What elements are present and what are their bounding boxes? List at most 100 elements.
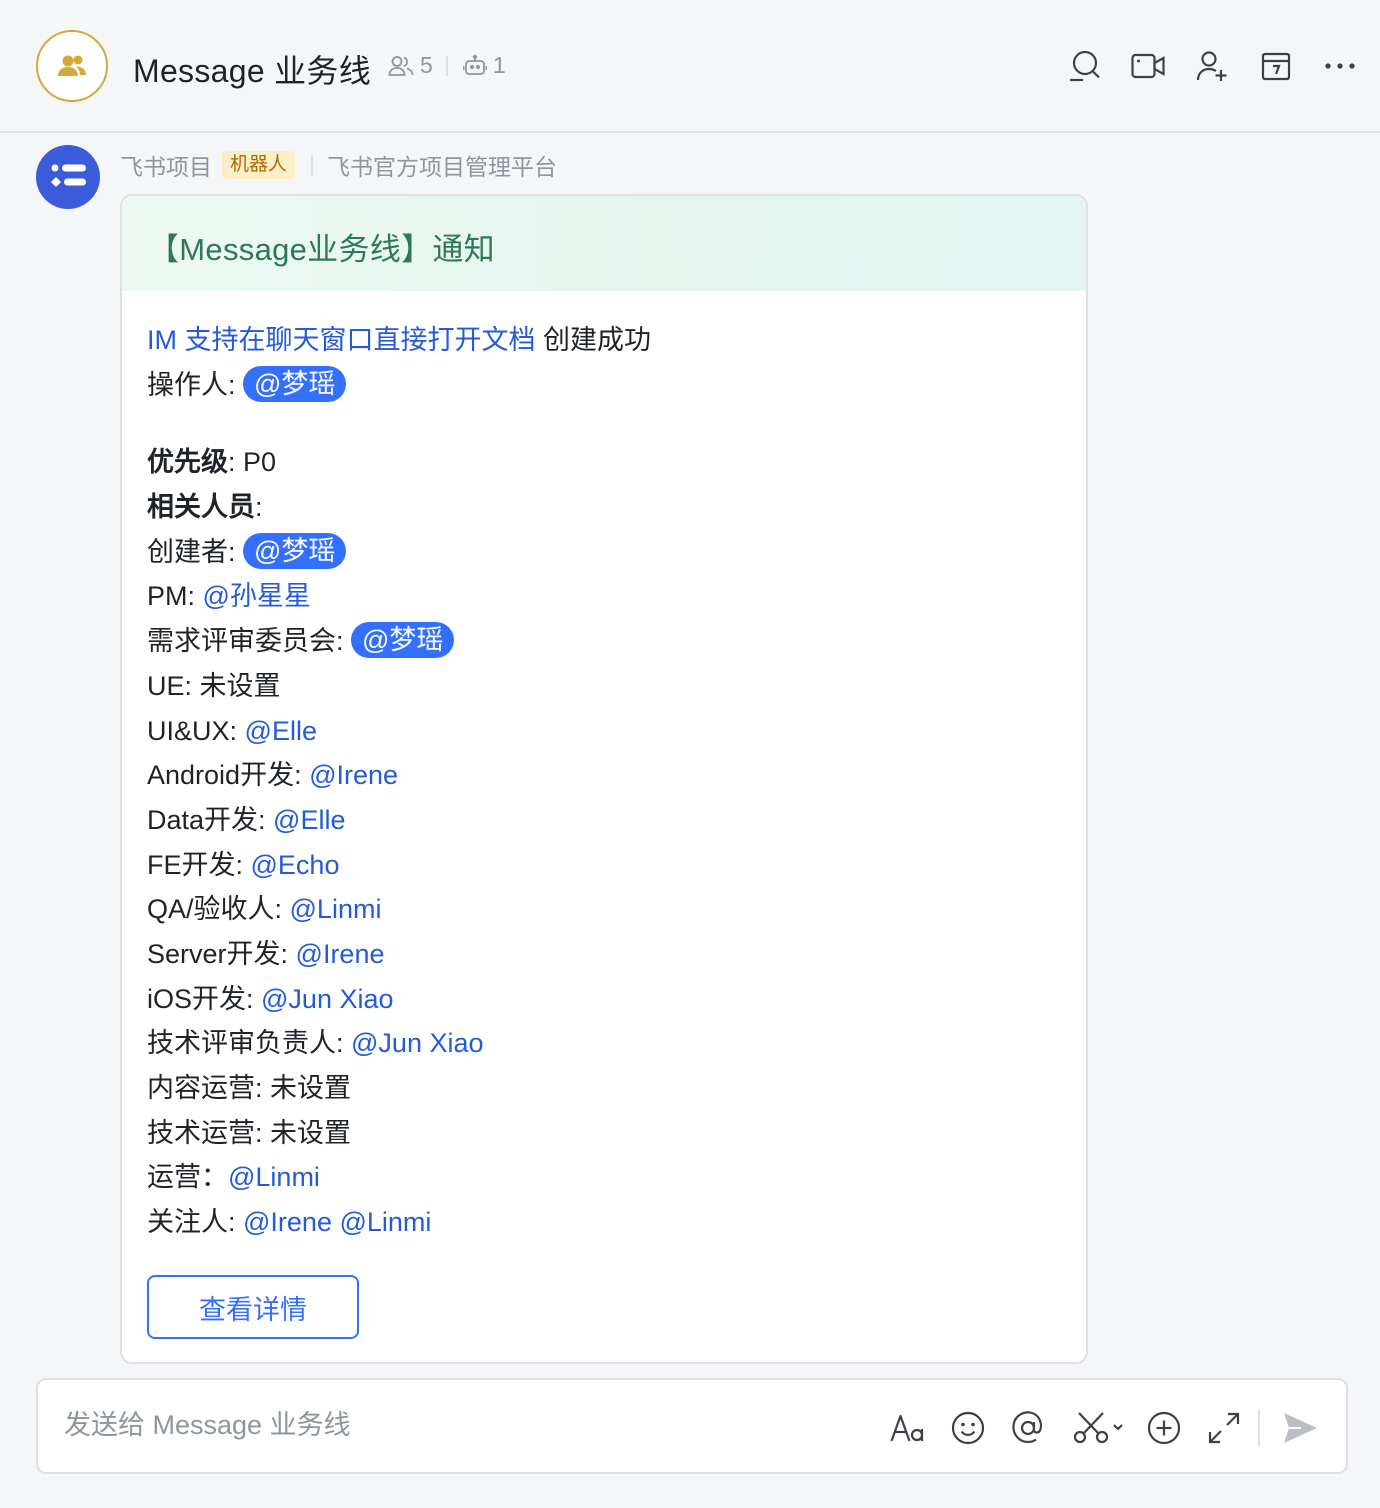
project-bot-icon xyxy=(51,164,86,187)
add-member-button[interactable] xyxy=(1194,48,1230,84)
card-title: 【Message业务线】通知 xyxy=(148,232,495,267)
role-label: Server开发: xyxy=(147,938,296,969)
search-chat-button[interactable] xyxy=(1066,48,1102,84)
sender-name[interactable]: 飞书项目 xyxy=(120,148,212,182)
bot-badge: 机器人 xyxy=(222,151,296,179)
role-mention[interactable]: @Elle xyxy=(245,716,317,746)
role-mention[interactable]: @Irene @Linmi xyxy=(243,1207,431,1237)
role-label: UE: 未设置 xyxy=(147,670,281,701)
role-mention[interactable]: @孙星星 xyxy=(203,581,311,611)
message-composer xyxy=(36,1378,1348,1474)
composer-divider xyxy=(1258,1410,1260,1446)
at-icon xyxy=(1012,1411,1043,1444)
video-icon xyxy=(1131,53,1165,79)
people-label: 相关人员 xyxy=(147,492,255,523)
bot-count[interactable]: 1 xyxy=(463,52,506,79)
doc-link[interactable]: IM 支持在聊天窗口直接打开文档 xyxy=(147,325,536,355)
add-attachment-button[interactable] xyxy=(1142,1406,1186,1450)
role-line: Data开发: @Elle xyxy=(147,798,651,843)
group-avatar[interactable] xyxy=(36,30,108,102)
role-label: iOS开发: xyxy=(147,983,262,1014)
format-button[interactable] xyxy=(886,1406,930,1450)
operator-mention[interactable]: @梦瑶 xyxy=(243,365,347,402)
member-count[interactable]: 5 xyxy=(388,52,433,79)
members-icon xyxy=(388,55,414,76)
chat-title[interactable]: Message 业务线 xyxy=(133,46,371,92)
message-card: 【Message业务线】通知 IM 支持在聊天窗口直接打开文档 创建成功 操作人… xyxy=(120,194,1088,1364)
role-mention[interactable]: @Echo xyxy=(251,850,340,880)
send-button[interactable] xyxy=(1278,1406,1322,1450)
role-line: 运营：@Linmi xyxy=(147,1155,651,1200)
role-label: UI&UX: xyxy=(147,715,245,746)
role-mention[interactable]: @Linmi xyxy=(228,1162,320,1192)
sender-description: 飞书官方项目管理平台 xyxy=(327,154,558,180)
role-line: UE: 未设置 xyxy=(147,664,651,709)
scissors-icon xyxy=(1073,1412,1123,1444)
role-label: 运营： xyxy=(147,1162,228,1193)
role-line: PM: @孙星星 xyxy=(147,574,651,619)
role-line: QA/验收人: @Linmi xyxy=(147,887,651,932)
people-colon: : xyxy=(255,492,263,523)
role-label: Data开发: xyxy=(147,804,274,835)
priority-label: 优先级 xyxy=(147,447,228,478)
send-icon xyxy=(1284,1413,1317,1443)
emoji-icon xyxy=(951,1411,985,1445)
card-body: IM 支持在聊天窗口直接打开文档 创建成功 操作人: @梦瑶 优先级: P0 相… xyxy=(147,318,651,1245)
created-text: 创建成功 xyxy=(535,325,652,355)
role-label: PM: xyxy=(147,581,203,612)
priority-value: : P0 xyxy=(228,447,277,478)
role-label: 技术运营: 未设置 xyxy=(147,1117,352,1148)
meta-divider xyxy=(446,56,448,76)
role-line: 内容运营: 未设置 xyxy=(147,1066,651,1111)
role-line: FE开发: @Echo xyxy=(147,843,651,888)
role-line: 创建者: @梦瑶 xyxy=(147,530,651,575)
role-line: 需求评审委员会: @梦瑶 xyxy=(147,619,651,664)
add-user-icon xyxy=(1196,51,1227,81)
people-heading: 相关人员: xyxy=(147,485,651,530)
operator-line: 操作人: @梦瑶 xyxy=(147,363,651,408)
mention-button[interactable] xyxy=(1006,1406,1050,1450)
more-icon xyxy=(1325,63,1355,69)
role-label: Android开发: xyxy=(147,760,310,791)
role-mention[interactable]: @梦瑶 xyxy=(243,532,347,569)
role-mention[interactable]: @Irene xyxy=(296,939,385,969)
role-mention[interactable]: @Jun Xiao xyxy=(261,984,393,1014)
chat-header: Message 业务线 5 1 xyxy=(0,0,1380,133)
calendar-button[interactable] xyxy=(1258,48,1294,84)
more-options-button[interactable] xyxy=(1322,48,1358,84)
plus-circle-icon xyxy=(1147,1411,1181,1445)
bot-avatar[interactable] xyxy=(36,145,100,209)
role-label: 需求评审委员会: xyxy=(147,626,352,657)
view-details-button[interactable]: 查看详情 xyxy=(147,1275,359,1339)
role-mention[interactable]: @Elle xyxy=(273,805,345,835)
role-line: UI&UX: @Elle xyxy=(147,709,651,754)
bot-count-value: 1 xyxy=(493,52,506,78)
screenshot-button[interactable] xyxy=(1068,1406,1132,1450)
created-line: IM 支持在聊天窗口直接打开文档 创建成功 xyxy=(147,318,651,363)
priority-line: 优先级: P0 xyxy=(147,440,651,485)
sender-row: 飞书项目 机器人 飞书官方项目管理平台 xyxy=(120,150,557,180)
operator-label: 操作人: xyxy=(147,369,244,400)
role-line: 技术评审负责人: @Jun Xiao xyxy=(147,1021,651,1066)
role-label: 内容运营: 未设置 xyxy=(147,1073,352,1103)
role-mention[interactable]: @Linmi xyxy=(290,894,382,924)
message-input[interactable] xyxy=(64,1410,764,1441)
card-header: 【Message业务线】通知 xyxy=(122,196,1086,291)
search-icon xyxy=(1070,50,1100,82)
role-line: Server开发: @Irene xyxy=(147,932,651,977)
text-format-icon xyxy=(890,1414,924,1442)
role-mention[interactable]: @梦瑶 xyxy=(351,622,455,659)
expand-icon xyxy=(1208,1412,1240,1444)
role-mention[interactable]: @Irene xyxy=(309,760,398,790)
role-line: 技术运营: 未设置 xyxy=(147,1111,651,1156)
emoji-button[interactable] xyxy=(946,1406,990,1450)
role-mention[interactable]: @Jun Xiao xyxy=(351,1028,483,1058)
member-count-value: 5 xyxy=(420,52,433,78)
role-label: FE开发: xyxy=(147,849,251,880)
expand-composer-button[interactable] xyxy=(1202,1406,1246,1450)
calendar-icon xyxy=(1261,52,1291,81)
video-call-button[interactable] xyxy=(1130,48,1166,84)
role-line: 关注人: @Irene @Linmi xyxy=(147,1200,651,1245)
role-label: 创建者: xyxy=(147,536,244,567)
